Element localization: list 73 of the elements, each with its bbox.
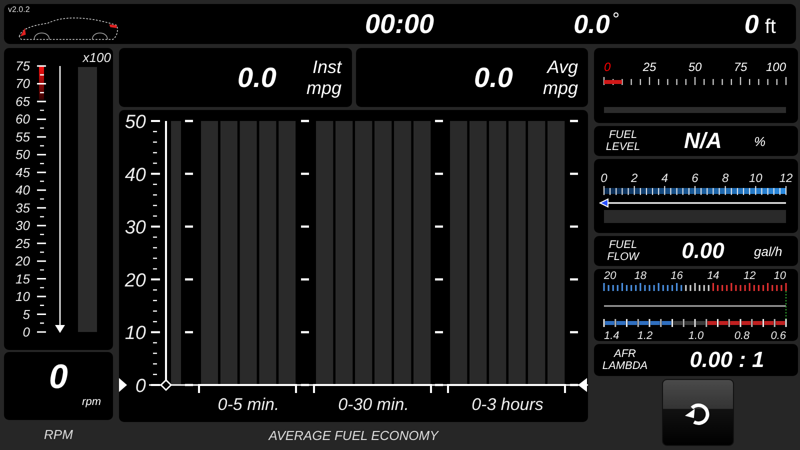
scale-label: 6 <box>692 171 698 185</box>
temperature-value: 0.0 <box>574 8 610 40</box>
marker-icon <box>119 378 127 392</box>
scale-label: 50 <box>688 60 702 74</box>
scale-label: 35 <box>16 200 30 216</box>
scale-label: 0 <box>22 324 30 340</box>
scale-label: 0.6 <box>770 330 786 341</box>
scale-label: 14 <box>707 270 720 282</box>
scale-label: 65 <box>16 94 30 109</box>
timer-readout: 00:00 <box>364 8 434 40</box>
scale-label: 55 <box>16 129 30 144</box>
mpg-label: Inst mpg <box>306 56 342 98</box>
scale-label: 25 <box>642 60 656 74</box>
scale-label: 16 <box>670 270 683 282</box>
mpg-value: 0.0 <box>474 62 513 94</box>
afr-value: 0.00 : 1 <box>688 347 766 373</box>
altitude-unit: ft <box>764 16 776 38</box>
scale-label: 70 <box>16 76 30 92</box>
fuel-flow-unit: gal/h <box>754 244 784 258</box>
tick-label: 30 <box>124 218 146 239</box>
fuel-level-unit: % <box>754 134 767 148</box>
scale-label: 0 <box>600 171 608 185</box>
scale-label: 4 <box>661 171 668 185</box>
scale-label: 75 <box>734 60 748 74</box>
chart-caption: AVERAGE FUEL ECONOMY <box>267 427 440 445</box>
tick-label: 40 <box>124 164 146 186</box>
scale-label: 20 <box>604 270 616 282</box>
fuel-flow-value: 0.00 <box>680 238 726 264</box>
scale-label: 10 <box>774 270 786 282</box>
gauge-label: FUEL LEVEL <box>606 129 640 153</box>
scale-label: 15 <box>16 271 30 286</box>
tick-label: 50 <box>124 112 146 133</box>
scale-label: 50 <box>16 147 30 162</box>
scale-label: 10 <box>16 289 30 304</box>
mpg-value: 0.0 <box>238 62 276 94</box>
scale-label: 40 <box>16 182 30 198</box>
range-label: 0-30 min. <box>338 395 409 414</box>
tick-label: 20 <box>124 270 146 292</box>
tick-label: 0 <box>135 376 146 397</box>
scale-label: 30 <box>16 218 30 234</box>
scale-label: 45 <box>16 164 30 180</box>
scale-label: 100 <box>766 60 786 74</box>
scale-label: 5 <box>22 306 30 322</box>
scale-label: 0.8 <box>734 330 750 341</box>
reset-button[interactable] <box>662 379 734 446</box>
range-label: 0-5 min. <box>218 395 280 414</box>
scale-label: 75 <box>16 58 30 74</box>
gauge-label: FUEL FLOW <box>607 239 639 263</box>
multiplier-label: x100 <box>82 50 111 65</box>
scale-label: 20 <box>16 254 30 269</box>
rpm-unit: rpm <box>82 396 101 408</box>
fuel-level-value: N/A <box>683 128 723 154</box>
scale-label: 2 <box>631 171 638 185</box>
scale-label: 12 <box>779 171 793 185</box>
scale-label: 1.4 <box>604 330 620 341</box>
scale-label: 18 <box>634 270 647 282</box>
scale-label: 1.2 <box>637 330 653 341</box>
gauge-label: AFR LAMBDA <box>602 348 648 372</box>
scale-label: 8 <box>722 171 729 185</box>
scale-label: 10 <box>748 171 762 185</box>
altitude-value: 0 <box>744 8 759 40</box>
temperature-unit: ° <box>612 8 619 30</box>
gauge-caption: RPM <box>43 426 74 444</box>
rpm-value: 0 <box>49 358 68 396</box>
scale-label: 0 <box>604 60 611 74</box>
version-label: v2.0.2 <box>8 6 30 14</box>
tick-label: 10 <box>124 323 146 344</box>
scale-label: 25 <box>16 236 30 251</box>
mpg-label: Avg mpg <box>542 56 578 98</box>
scale-label: 12 <box>743 270 756 282</box>
scale-label: 60 <box>16 112 30 127</box>
scale-label: 1.0 <box>688 330 704 341</box>
range-label: 0-3 hours <box>472 395 544 414</box>
